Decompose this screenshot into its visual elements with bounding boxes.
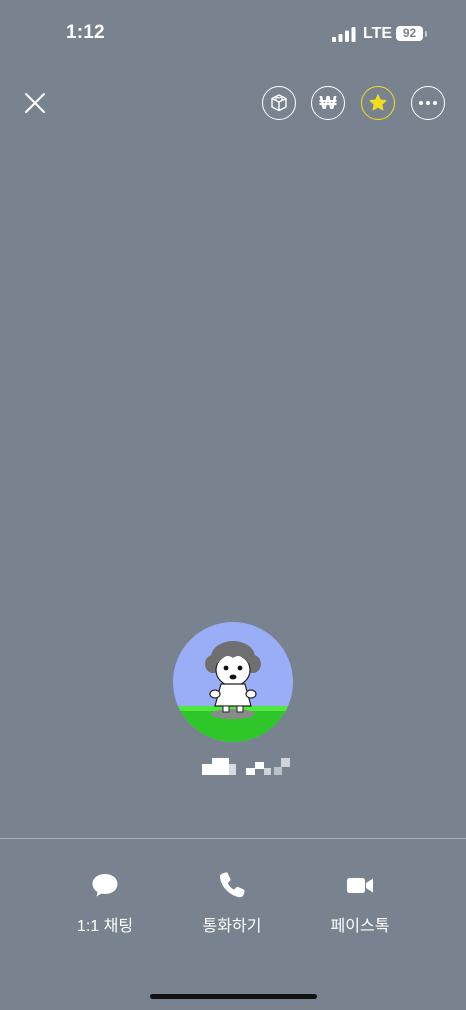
battery-indicator: 92 <box>396 26 430 43</box>
phone-icon <box>219 872 245 898</box>
send-money-button[interactable]: ₩ <box>311 86 345 120</box>
chat-action-button[interactable]: 1:1 채팅 <box>50 868 160 936</box>
video-camera-icon <box>347 878 373 893</box>
more-horizontal-icon <box>419 101 437 105</box>
battery-level: 92 <box>396 26 423 41</box>
chat-action-label: 1:1 채팅 <box>76 918 134 935</box>
cellular-signal-icon <box>332 27 356 42</box>
call-action-label: 통화하기 <box>202 918 262 935</box>
profile-name-pixelated[interactable] <box>200 755 295 777</box>
gift-button[interactable] <box>262 86 296 120</box>
divider <box>0 838 466 839</box>
home-indicator[interactable] <box>150 994 317 999</box>
call-action-button[interactable]: 통화하기 <box>177 868 287 936</box>
chat-bubble-icon <box>92 874 118 897</box>
close-button[interactable] <box>20 88 50 118</box>
battery-tip <box>425 31 427 37</box>
favorite-button[interactable] <box>361 86 395 120</box>
profile-avatar[interactable] <box>173 622 293 742</box>
status-time: 1:12 <box>66 22 105 43</box>
gift-box-icon <box>271 94 287 112</box>
more-options-button[interactable] <box>411 86 445 120</box>
pixelated-name-block <box>202 758 290 775</box>
facetalk-action-button[interactable]: 페이스톡 <box>305 868 415 936</box>
facetalk-action-label: 페이스톡 <box>330 918 390 935</box>
close-icon <box>25 93 45 113</box>
network-type: LTE <box>363 25 393 42</box>
won-currency-icon: ₩ <box>319 93 337 113</box>
star-icon <box>369 94 387 111</box>
status-bar: 1:12 LTE 92 <box>0 0 466 70</box>
profile-character-avatar <box>173 622 293 742</box>
